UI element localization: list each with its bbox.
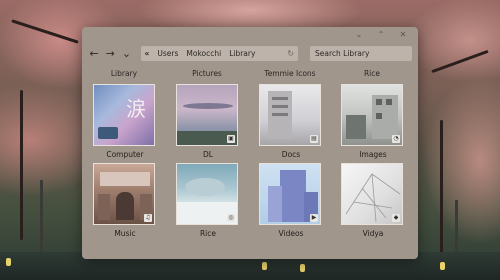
folder-thumbnail: ◎	[176, 163, 238, 225]
document-icon: ▤	[310, 135, 318, 143]
folder-rice[interactable]: ◎ Rice	[176, 163, 240, 238]
folder-thumbnail: ▣	[176, 84, 238, 146]
minimize-icon[interactable]: ⌄	[354, 30, 364, 40]
folder-thumbnail: ▤	[259, 84, 321, 146]
folder-label: Images	[359, 150, 387, 159]
file-manager-window: ⌄ ⌃ ✕ ← → ⌄ « Users Mokocchi Library ↻ L…	[82, 27, 418, 259]
folder-thumbnail: ♫	[93, 163, 155, 225]
download-icon: ▣	[227, 135, 235, 143]
folder-thumbnail: ◔	[341, 84, 403, 146]
camera-icon: ◔	[392, 135, 400, 143]
breadcrumb-item-users[interactable]: Users	[157, 49, 178, 58]
folder-dl[interactable]: ▣ DL	[176, 84, 240, 159]
close-icon[interactable]: ✕	[398, 30, 408, 40]
folder-label: DL	[203, 150, 213, 159]
reload-icon[interactable]: ↻	[287, 49, 294, 58]
search-input[interactable]	[310, 45, 413, 61]
column-header-temmie-icons: Temmie Icons	[264, 69, 316, 78]
thumbnail-kanji: 涙	[126, 97, 146, 121]
folder-videos[interactable]: ▶ Videos	[259, 163, 323, 238]
folder-thumbnail: ▶	[259, 163, 321, 225]
breadcrumb-overflow-icon[interactable]: «	[145, 49, 150, 58]
column-header-pictures: Pictures	[192, 69, 222, 78]
folder-vidya[interactable]: ◆ Vidya	[341, 163, 405, 238]
headphones-icon: ♫	[144, 214, 152, 222]
title-bar: ⌄ ⌃ ✕	[82, 27, 418, 43]
folder-label: Vidya	[362, 229, 384, 238]
icon-grid: 涙 Computer ▣ DL ▤ Docs ◔ Images ♫ Music …	[82, 84, 418, 254]
folder-label: Music	[114, 229, 136, 238]
history-dropdown-icon[interactable]: ⌄	[120, 46, 132, 60]
folder-label: Videos	[278, 229, 304, 238]
folder-thumbnail: ◆	[341, 163, 403, 225]
folder-label: Rice	[199, 229, 217, 238]
play-icon: ▶	[310, 214, 318, 222]
settings-icon: ◎	[227, 214, 235, 222]
folder-images[interactable]: ◔ Images	[341, 84, 405, 159]
folder-computer[interactable]: 涙 Computer	[93, 84, 157, 159]
back-arrow-icon[interactable]: ←	[88, 46, 100, 60]
breadcrumb-item-mokocchi[interactable]: Mokocchi	[186, 49, 221, 58]
column-header-library: Library	[110, 69, 138, 78]
folder-thumbnail: 涙	[93, 84, 155, 146]
breadcrumb: « Users Mokocchi Library ↻	[140, 45, 299, 61]
folder-label: Docs	[281, 150, 301, 159]
folder-docs[interactable]: ▤ Docs	[259, 84, 323, 159]
toolbar: ← → ⌄ « Users Mokocchi Library ↻	[82, 43, 418, 63]
column-headers: Library Pictures Temmie Icons Rice	[82, 69, 418, 81]
maximize-icon[interactable]: ⌃	[376, 30, 386, 40]
folder-music[interactable]: ♫ Music	[93, 163, 157, 238]
forward-arrow-icon[interactable]: →	[104, 46, 116, 60]
column-header-rice: Rice	[363, 69, 381, 78]
gamepad-icon: ◆	[392, 214, 400, 222]
breadcrumb-item-library[interactable]: Library	[229, 49, 255, 58]
folder-label: Computer	[106, 150, 144, 159]
